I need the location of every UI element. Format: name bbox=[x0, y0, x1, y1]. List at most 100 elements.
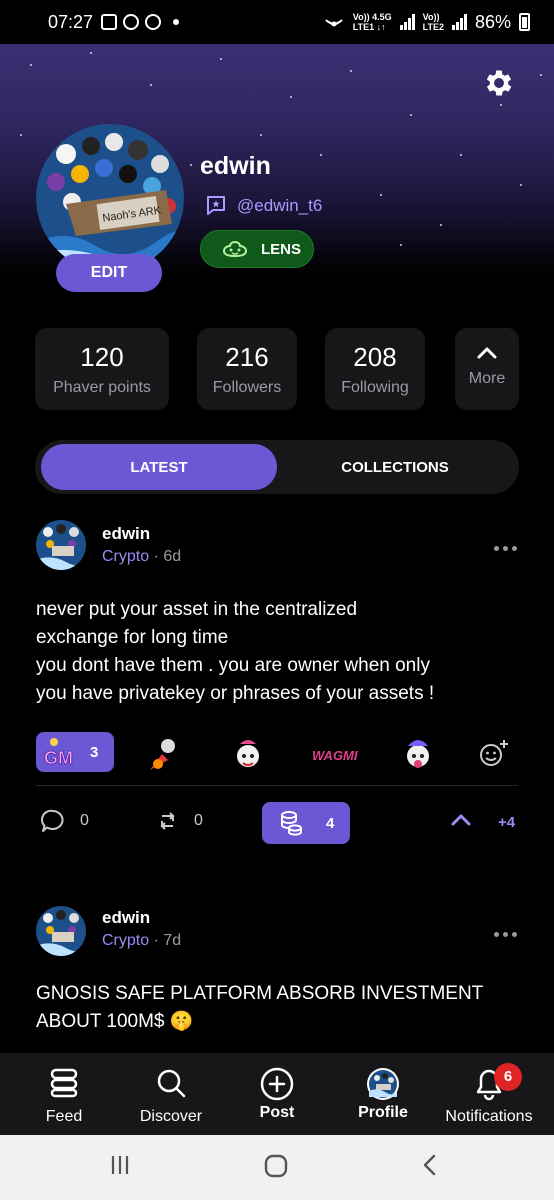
lens-leaf-icon bbox=[222, 240, 248, 258]
recent-apps-icon[interactable] bbox=[108, 1153, 132, 1177]
nav-feed[interactable]: Feed bbox=[18, 1053, 110, 1135]
unicorn-party-sticker-icon[interactable] bbox=[398, 734, 438, 774]
telegram-icon bbox=[145, 14, 162, 30]
post-actions: 0 0 4 +4 bbox=[36, 800, 520, 846]
bottom-nav: Feed Discover Post Profile Notifications bbox=[0, 1053, 554, 1135]
stat-phaver-points[interactable]: 120 Phaver points bbox=[35, 328, 169, 410]
gm-reaction-count: 3 bbox=[90, 743, 99, 761]
nav-profile[interactable]: Profile bbox=[344, 1053, 422, 1135]
signal-bars-2-icon bbox=[451, 14, 467, 30]
stat-value: 208 bbox=[353, 342, 397, 372]
post-author-name[interactable]: edwin bbox=[102, 524, 150, 544]
repost-count: 0 bbox=[194, 812, 203, 829]
post-meta: Crypto · 7d bbox=[102, 932, 181, 950]
post-author-avatar[interactable] bbox=[36, 520, 86, 570]
profile-avatar[interactable]: Naoh's ARK bbox=[36, 124, 184, 272]
post-options-icon[interactable] bbox=[494, 546, 517, 551]
gm-sticker-icon: GM bbox=[44, 738, 74, 768]
nav-label: Feed bbox=[45, 1108, 83, 1125]
handle-badge-icon bbox=[207, 196, 225, 215]
post-body[interactable]: never put your asset in the centralized … bbox=[36, 596, 526, 708]
repost-button[interactable]: 0 bbox=[156, 808, 203, 834]
stat-label: Phaver points bbox=[53, 379, 151, 396]
chevron-up-icon bbox=[477, 347, 497, 359]
hotspot-icon bbox=[325, 19, 343, 27]
nav-label: Profile bbox=[358, 1104, 408, 1121]
bell-icon bbox=[436, 1053, 542, 1101]
nav-discover[interactable]: Discover bbox=[124, 1053, 218, 1135]
sim1-network-label: LTE1 ↓↑ bbox=[352, 22, 386, 32]
comment-count: 0 bbox=[80, 812, 89, 829]
add-post-icon bbox=[238, 1053, 316, 1101]
post-body[interactable]: GNOSIS SAFE PLATFORM ABSORB INVESTMENT A… bbox=[36, 980, 526, 1036]
gm-reaction-button[interactable]: GM 3 bbox=[36, 732, 114, 772]
avatar-image: Naoh's ARK bbox=[36, 124, 184, 272]
tab-latest[interactable]: LATEST bbox=[41, 444, 277, 490]
lens-badge[interactable]: LENS bbox=[200, 230, 314, 268]
sim2-network-type: Vo)) bbox=[422, 12, 440, 22]
edit-profile-button[interactable]: EDIT bbox=[56, 254, 162, 292]
comment-icon bbox=[41, 809, 64, 832]
stat-following[interactable]: 208 Following bbox=[325, 328, 425, 410]
reaction-bar: GM 3 WAGMI bbox=[36, 732, 518, 786]
more-notifications-dot-icon bbox=[173, 19, 180, 25]
sim1-network-type: Vo)) 4.5G bbox=[352, 12, 392, 22]
author-avatar-image bbox=[36, 906, 86, 956]
nav-label: Notifications bbox=[445, 1108, 533, 1125]
notification-count-badge: 6 bbox=[494, 1063, 522, 1091]
post-author-name[interactable]: edwin bbox=[102, 908, 150, 928]
more-stats-button[interactable]: More bbox=[455, 328, 519, 410]
battery-icon bbox=[519, 13, 530, 31]
wagmi-sticker-text: WAGMI bbox=[312, 748, 358, 763]
stat-followers[interactable]: 216 Followers bbox=[197, 328, 297, 410]
upvote-count: +4 bbox=[498, 814, 516, 831]
home-icon[interactable] bbox=[263, 1153, 289, 1179]
stat-label: Followers bbox=[212, 379, 282, 396]
post-category[interactable]: Crypto bbox=[102, 932, 149, 949]
coin-count: 4 bbox=[326, 814, 335, 832]
repost-icon bbox=[160, 812, 175, 830]
post-time: · 6d bbox=[153, 548, 182, 565]
upvote-chevron-icon[interactable] bbox=[450, 812, 472, 828]
stat-label: Following bbox=[341, 379, 409, 396]
search-icon bbox=[124, 1053, 218, 1101]
post-options-icon[interactable] bbox=[494, 932, 517, 937]
wagmi-sticker-icon[interactable]: WAGMI bbox=[308, 734, 364, 774]
feed-icon bbox=[18, 1053, 110, 1101]
profile-name: edwin bbox=[200, 152, 271, 180]
post-author-avatar[interactable] bbox=[36, 906, 86, 956]
sim2-network-label: LTE2 bbox=[422, 22, 444, 32]
settings-gear-icon[interactable] bbox=[482, 66, 516, 100]
battery-percent: 86% bbox=[474, 11, 511, 32]
sim1-network: Vo)) 4.5G LTE1 ↓↑ bbox=[353, 12, 392, 32]
profile-avatar-icon bbox=[344, 1053, 422, 1101]
system-navigation-bar bbox=[0, 1135, 554, 1200]
nav-post[interactable]: Post bbox=[238, 1053, 316, 1135]
signal-bars-icon bbox=[399, 14, 415, 30]
nav-notifications[interactable]: Notifications bbox=[436, 1053, 542, 1135]
comment-button[interactable]: 0 bbox=[40, 808, 89, 834]
profile-handle-row[interactable]: @edwin_t6 bbox=[204, 194, 322, 218]
back-icon[interactable] bbox=[420, 1153, 440, 1177]
tab-collections[interactable]: COLLECTIONS bbox=[277, 444, 513, 490]
whatsapp-icon bbox=[123, 14, 140, 30]
post-line: exchange for long time bbox=[36, 627, 229, 648]
more-label: More bbox=[468, 370, 506, 387]
lens-label: LENS bbox=[261, 240, 302, 258]
status-bar: 07:27 Vo)) 4.5G LTE1 ↓↑ Vo)) LTE2 86% bbox=[0, 0, 554, 44]
profile-handle: @edwin_t6 bbox=[237, 196, 323, 215]
post-line: you dont have them . you are owner when … bbox=[36, 655, 430, 676]
sim2-network: Vo)) LTE2 bbox=[423, 12, 444, 32]
status-notification-icons bbox=[101, 14, 180, 30]
stat-value: 120 bbox=[80, 342, 124, 372]
nav-label: Discover bbox=[139, 1108, 203, 1125]
author-avatar-image bbox=[36, 520, 86, 570]
unicorn-sticker-icon[interactable] bbox=[228, 734, 268, 774]
rocket-ghost-sticker-icon[interactable] bbox=[144, 734, 184, 774]
add-reaction-icon[interactable] bbox=[474, 734, 514, 774]
gm-sticker-text: GM bbox=[44, 748, 73, 768]
stat-value: 216 bbox=[225, 342, 269, 372]
post-category[interactable]: Crypto bbox=[102, 548, 149, 565]
tip-coins-button[interactable]: 4 bbox=[262, 802, 350, 844]
profile-tabs: LATEST COLLECTIONS bbox=[35, 440, 519, 494]
